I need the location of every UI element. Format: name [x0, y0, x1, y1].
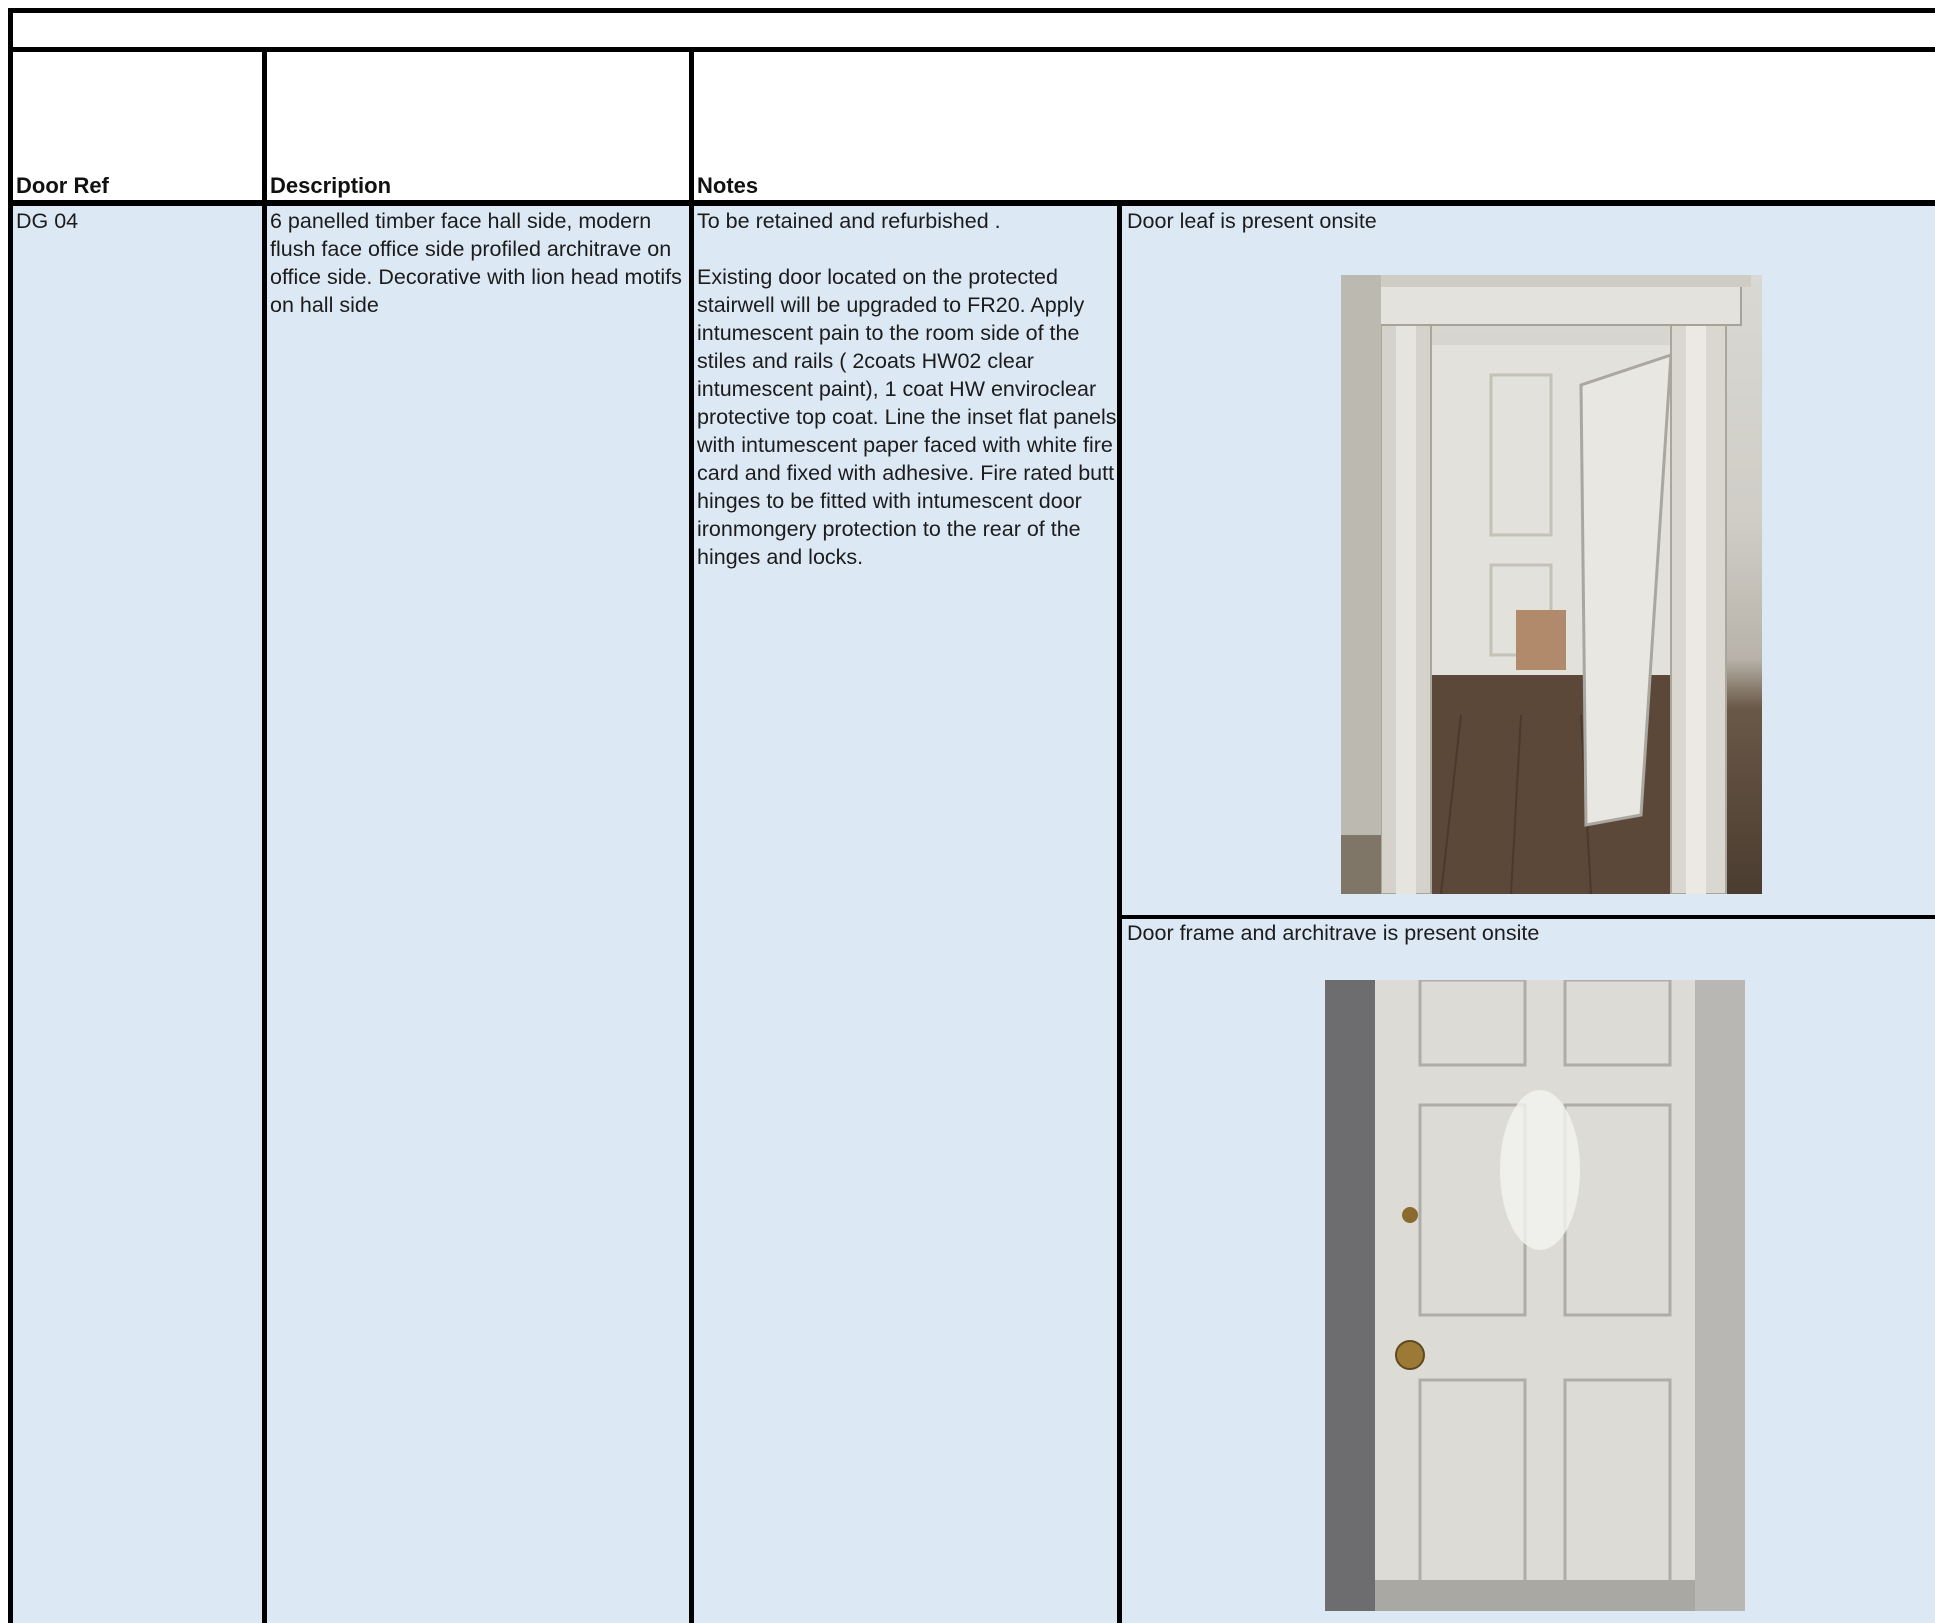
photo-door-leaf: [1341, 275, 1762, 894]
border-title-bottom: [8, 47, 1935, 52]
header-door-ref: Door Ref: [16, 173, 109, 198]
cell-door-ref: [10, 205, 264, 1623]
divider-col-2: [689, 47, 694, 1623]
doorway-illustration: [1341, 275, 1751, 894]
header-description: Description: [270, 173, 392, 198]
border-left: [8, 8, 13, 1623]
divider-col-1: [262, 47, 267, 1623]
border-header-bottom: [8, 200, 1935, 206]
notes-body: Existing door located on the protected s…: [697, 265, 1117, 569]
notes-first-line: To be retained and refurbished .: [697, 209, 1001, 233]
header-notes: Notes: [697, 173, 759, 198]
door-ref-value: DG 04: [16, 209, 79, 233]
cell-description: [266, 205, 690, 1623]
photo-2-caption: Door frame and architrave is present ons…: [1127, 921, 1540, 945]
description-text: 6 panelled timber face hall side, modern…: [270, 209, 688, 317]
border-top: [8, 8, 1935, 13]
door-illustration: [1325, 980, 1745, 1611]
photo-1-caption: Door leaf is present onsite: [1127, 209, 1377, 233]
photo-door-frame: [1325, 980, 1745, 1611]
